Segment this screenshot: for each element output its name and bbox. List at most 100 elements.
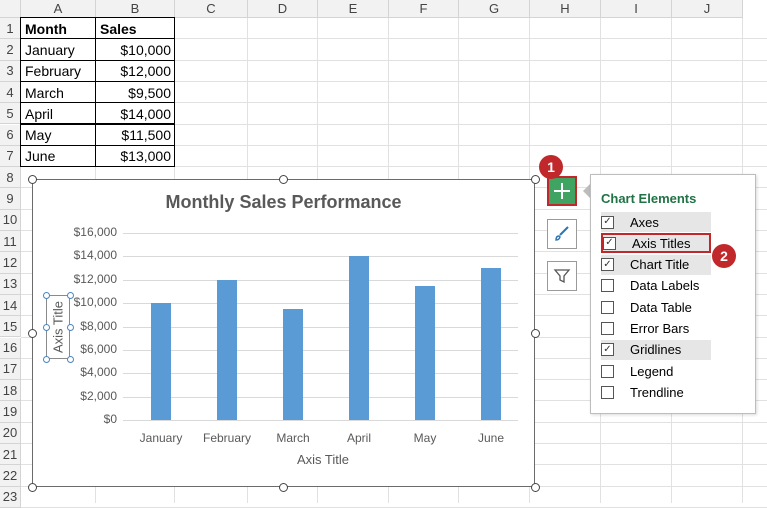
option-data-table[interactable]: Data Table [601,297,711,317]
column-header[interactable]: J [672,0,743,18]
row-header[interactable]: 9 [0,188,21,210]
option-error-bars[interactable]: Error Bars [601,319,711,339]
resize-handle[interactable] [530,328,540,338]
row-header[interactable]: 15 [0,316,21,338]
column-header[interactable]: D [248,0,318,18]
resize-handle[interactable] [27,482,37,492]
row-header[interactable]: 17 [0,358,21,381]
row-header[interactable]: 4 [0,81,21,104]
y-tick-label: $10,000 [73,295,117,310]
row-header[interactable]: 14 [0,294,21,317]
table-header-cell[interactable]: Month [21,18,96,39]
chart-title[interactable]: Monthly Sales Performance [33,192,534,213]
table-cell[interactable]: February [21,61,96,82]
axis-title-handle[interactable] [66,355,74,363]
row-header[interactable]: 3 [0,60,21,82]
row-header[interactable]: 18 [0,380,21,402]
checkbox[interactable]: ✓ [603,236,616,250]
row-header[interactable]: 2 [0,39,21,61]
chart-filters-button[interactable] [547,261,577,291]
row-header[interactable]: 7 [0,145,21,168]
column-header[interactable]: E [318,0,389,18]
gridline-major [123,279,518,281]
option-data-labels[interactable]: Data Labels [601,276,711,296]
brush-icon [555,226,569,241]
row-header[interactable]: 13 [0,273,21,295]
table-header-cell[interactable]: Sales [96,18,175,39]
table-cell[interactable]: May [21,125,96,146]
y-tick-label: $0 [103,412,117,426]
checkbox[interactable]: ✓ [601,258,614,272]
row-header[interactable]: 8 [0,167,21,189]
row-header[interactable]: 6 [0,124,21,146]
x-axis-title[interactable]: Axis Title [273,452,373,467]
option-gridlines[interactable]: ✓ Gridlines [601,339,711,360]
column-header[interactable]: G [459,0,530,18]
checkbox[interactable] [601,300,614,314]
row-header[interactable]: 19 [0,401,21,423]
resize-handle[interactable] [279,482,288,492]
gridline-major [123,303,518,305]
row-header[interactable]: 20 [0,422,21,444]
row-header[interactable]: 1 [0,18,21,40]
checkbox[interactable] [601,322,614,335]
column-header[interactable]: H [530,0,601,18]
plus-icon [554,183,570,199]
bar[interactable] [151,303,171,420]
row-header[interactable]: 23 [0,486,21,508]
resize-handle[interactable] [279,174,288,184]
gridline-major [123,256,518,258]
column-header[interactable]: C [175,0,248,18]
row-header[interactable]: 21 [0,444,21,466]
checkbox[interactable] [601,385,614,399]
bar[interactable] [217,279,237,420]
table-cell[interactable]: $11,500 [96,125,175,146]
table-cell[interactable]: $9,500 [96,82,175,103]
column-header[interactable]: F [389,0,459,18]
row-header[interactable]: 11 [0,231,21,253]
row-header[interactable]: 22 [0,465,21,487]
resize-handle[interactable] [27,174,37,184]
table-cell[interactable]: $14,000 [96,103,175,124]
bar[interactable] [481,268,501,420]
bar[interactable] [349,256,369,420]
column-header[interactable]: B [96,0,175,18]
column-header[interactable]: I [601,0,672,18]
bar[interactable] [415,285,435,420]
option-chart-title[interactable]: ✓ Chart Title [601,254,711,275]
axis-title-handle[interactable] [42,291,50,299]
chart-styles-button[interactable] [547,219,577,249]
axis-title-handle[interactable] [42,323,50,331]
checkbox[interactable]: ✓ [601,343,614,357]
gridline-major [123,373,518,375]
option-axis-titles[interactable]: ✓ Axis Titles [601,233,711,254]
row-header[interactable]: 10 [0,209,21,231]
table-cell[interactable]: January [21,39,96,60]
table-cell[interactable]: April [21,103,96,124]
checkbox[interactable]: ✓ [601,215,614,229]
table-cell[interactable]: June [21,146,96,167]
row-header[interactable]: 16 [0,337,21,359]
chart-elements-button[interactable] [547,176,577,206]
resize-handle[interactable] [530,174,540,184]
option-axes[interactable]: ✓ Axes [601,212,711,232]
panel-title: Chart Elements [601,191,697,206]
bar[interactable] [283,308,303,420]
table-cell[interactable]: $10,000 [96,39,175,60]
option-label: Data Table [630,299,692,315]
axis-title-handle[interactable] [42,355,50,363]
column-header[interactable]: A [21,0,96,18]
resize-handle[interactable] [530,482,540,492]
table-cell[interactable]: March [21,82,96,103]
chart[interactable]: Monthly Sales Performance Axis Title Axi… [27,174,540,492]
select-all-corner[interactable] [0,0,21,18]
option-trendline[interactable]: Trendline [601,382,711,402]
row-header[interactable]: 12 [0,252,21,274]
table-cell[interactable]: $13,000 [96,146,175,167]
checkbox[interactable] [601,364,614,378]
option-legend[interactable]: Legend [601,361,711,381]
checkbox[interactable] [601,279,614,293]
row-header[interactable]: 5 [0,103,21,125]
resize-handle[interactable] [27,328,37,338]
table-cell[interactable]: $12,000 [96,61,175,82]
